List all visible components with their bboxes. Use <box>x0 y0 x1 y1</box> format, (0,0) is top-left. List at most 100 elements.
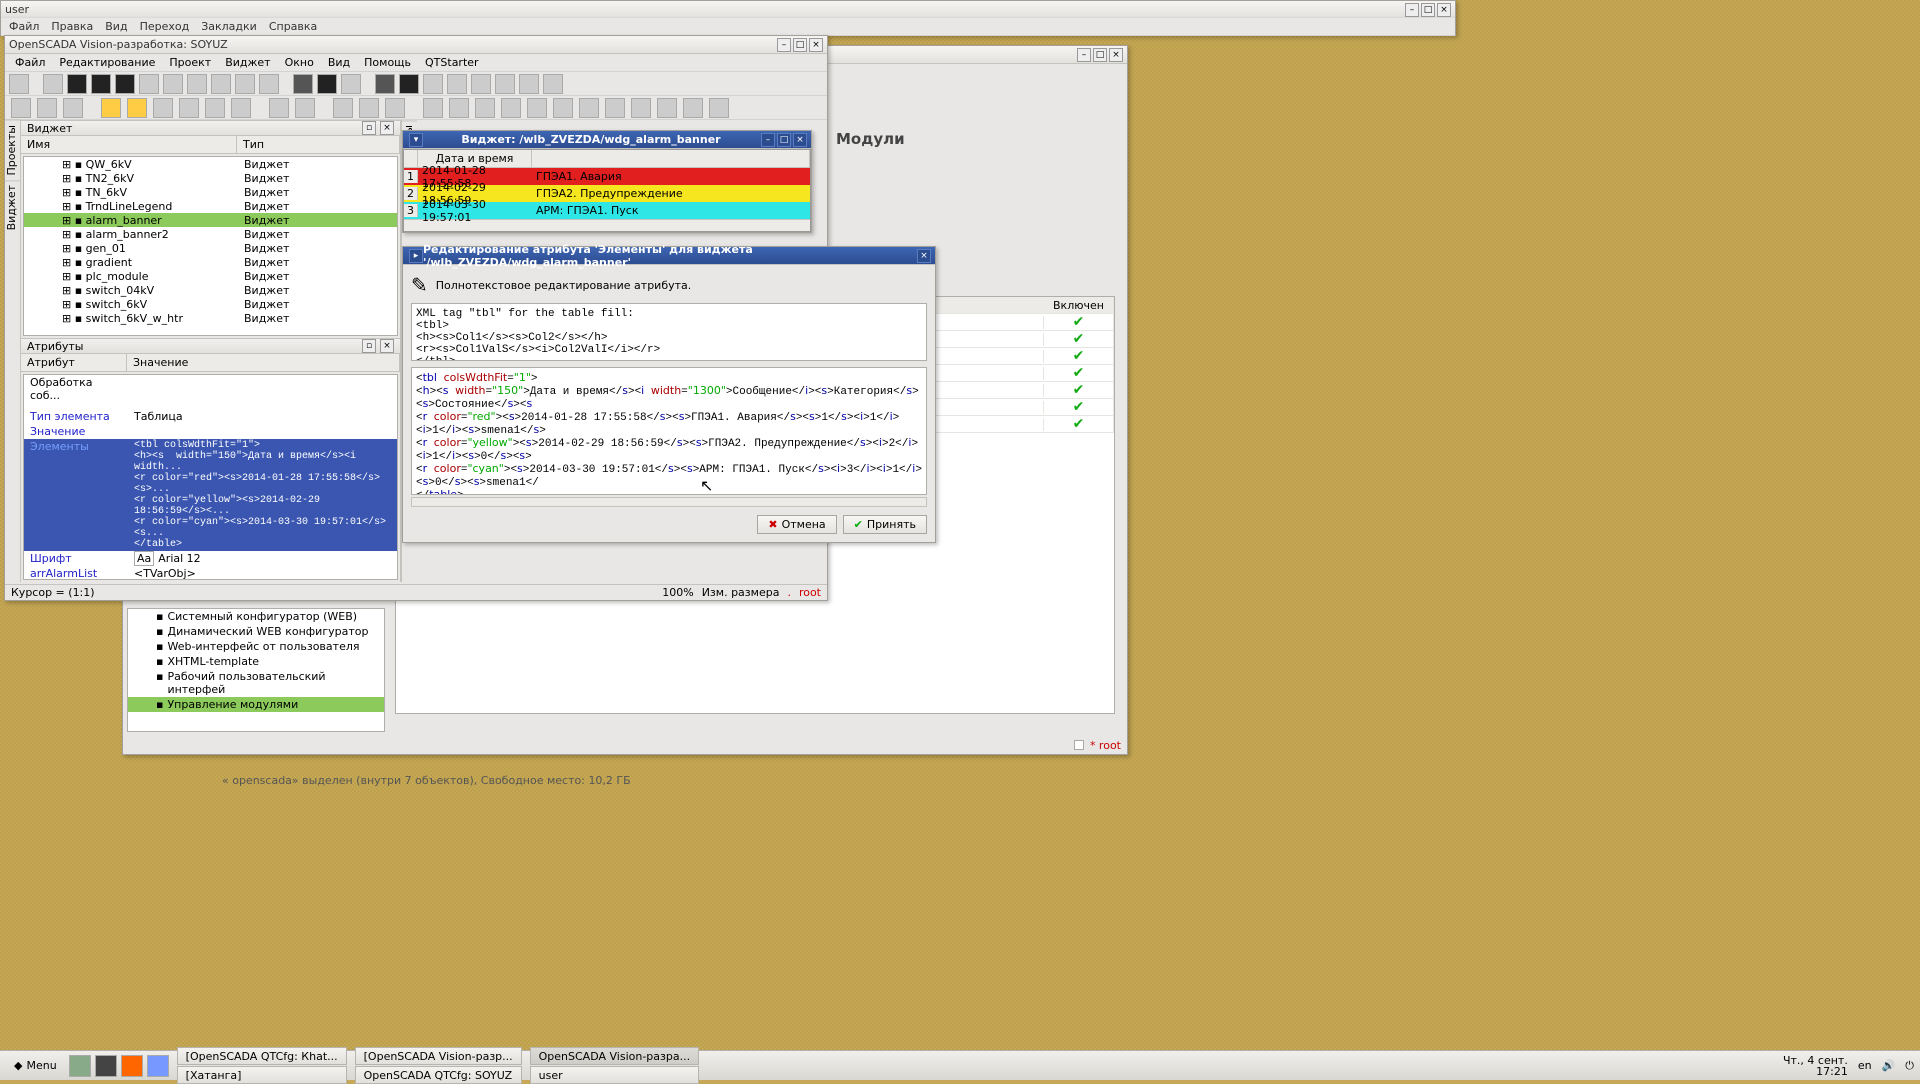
tree-row[interactable]: ⊞ ▪ switch_6kV_w_htrВиджет <box>24 311 397 325</box>
panel-float-icon[interactable]: ▫ <box>362 121 376 135</box>
sysmenu-icon[interactable]: ▾ <box>409 133 423 147</box>
tb-icon[interactable] <box>495 74 515 94</box>
close-icon[interactable]: × <box>917 249 931 263</box>
tb-icon[interactable] <box>235 74 255 94</box>
task-button[interactable]: user <box>530 1066 699 1084</box>
tree-row[interactable]: ⊞ ▪ alarm_banner2Виджет <box>24 227 397 241</box>
tree-row[interactable]: ▪Динамический WEB конфигуратор <box>128 624 384 639</box>
tb-icon[interactable] <box>11 98 31 118</box>
minimize-icon[interactable]: – <box>1077 48 1091 62</box>
tree-row[interactable]: ⊞ ▪ switch_04kVВиджет <box>24 283 397 297</box>
tb-icon[interactable] <box>37 98 57 118</box>
tb-icon[interactable] <box>91 74 111 94</box>
tb-icon[interactable] <box>127 98 147 118</box>
power-icon[interactable]: ⏻ <box>1905 1059 1914 1073</box>
tree-row[interactable]: ⊞ ▪ plc_moduleВиджет <box>24 269 397 283</box>
tb-icon[interactable] <box>211 74 231 94</box>
fm-menu-bmk[interactable]: Закладки <box>201 20 257 33</box>
minimize-icon[interactable]: – <box>777 38 791 52</box>
task-button[interactable]: [OpenSCADA QTCfg: Кhat... <box>177 1047 347 1065</box>
tb-icon[interactable] <box>341 74 361 94</box>
panel-float-icon[interactable]: ▫ <box>362 339 376 353</box>
tb-icon[interactable] <box>709 98 729 118</box>
tb-icon[interactable] <box>293 74 313 94</box>
fm-menu-help[interactable]: Справка <box>269 20 317 33</box>
attribute-table[interactable]: Обработка соб... Тип элементаТаблица Зна… <box>23 374 398 580</box>
tree-row[interactable]: ⊞ ▪ TN2_6kVВиджет <box>24 171 397 185</box>
menu-edit[interactable]: Редактирование <box>59 56 155 69</box>
col-type[interactable]: Тип <box>237 136 400 153</box>
tb-icon[interactable] <box>399 74 419 94</box>
close-icon[interactable]: × <box>809 38 823 52</box>
task-button[interactable]: [Хатанга] <box>177 1066 347 1084</box>
col-value[interactable]: Значение <box>127 354 400 371</box>
task-button[interactable]: OpenSCADA QTCfg: SOYUZ <box>355 1066 522 1084</box>
hscroll[interactable] <box>411 497 927 507</box>
col-name[interactable]: Имя <box>21 136 237 153</box>
col-attr[interactable]: Атрибут <box>21 354 127 371</box>
menu-help[interactable]: Помощь <box>364 56 411 69</box>
maximize-icon[interactable]: □ <box>777 133 791 147</box>
tb-icon[interactable] <box>101 98 121 118</box>
tb-icon[interactable] <box>579 98 599 118</box>
tb-icon[interactable] <box>359 98 379 118</box>
menu-widget[interactable]: Виджет <box>225 56 270 69</box>
widget-tree[interactable]: ⊞ ▪ QW_6kVВиджет⊞ ▪ TN2_6kVВиджет⊞ ▪ TN_… <box>23 156 398 336</box>
fm-menu-go[interactable]: Переход <box>140 20 190 33</box>
tb-icon[interactable] <box>527 98 547 118</box>
tree-row[interactable]: ▪Управление модулями <box>128 697 384 712</box>
tb-icon[interactable] <box>447 74 467 94</box>
fm-menu-file[interactable]: Файл <box>9 20 39 33</box>
accept-button[interactable]: ✔Принять <box>843 515 927 534</box>
tb-icon[interactable] <box>605 98 625 118</box>
tb-icon[interactable] <box>423 74 443 94</box>
firefox-launcher-icon[interactable] <box>121 1055 143 1077</box>
tb-icon[interactable] <box>259 74 279 94</box>
tb-icon[interactable] <box>471 74 491 94</box>
tb-icon[interactable] <box>501 98 521 118</box>
tb-icon[interactable] <box>657 98 677 118</box>
fm-menu-view[interactable]: Вид <box>105 20 127 33</box>
tb-icon[interactable] <box>317 74 337 94</box>
xml-editor[interactable]: <tbl colsWdthFit="1"> <h><s width="150">… <box>411 367 927 495</box>
maximize-icon[interactable]: □ <box>1421 3 1435 17</box>
fm-menu-edit[interactable]: Правка <box>51 20 93 33</box>
tree-row[interactable]: ⊞ ▪ gradientВиджет <box>24 255 397 269</box>
tree-row[interactable]: ⊞ ▪ switch_6kVВиджет <box>24 297 397 311</box>
panel-close-icon[interactable]: × <box>380 121 394 135</box>
start-menu-button[interactable]: ◆Menu <box>6 1057 65 1074</box>
close-icon[interactable]: × <box>793 133 807 147</box>
tb-icon[interactable] <box>43 74 63 94</box>
tree-row[interactable]: ⊞ ▪ gen_01Виджет <box>24 241 397 255</box>
tb-icon[interactable] <box>449 98 469 118</box>
qtcfg-tree[interactable]: ▪Системный конфигуратор (WEB)▪Динамическ… <box>127 608 385 732</box>
tb-icon[interactable] <box>543 74 563 94</box>
attr-elements-row[interactable]: Элементы <tbl colsWdthFit="1"> <h><s wid… <box>24 439 397 551</box>
task-button-active[interactable]: OpenSCADA Vision-разра... <box>530 1047 699 1065</box>
menu-window[interactable]: Окно <box>285 56 314 69</box>
tb-icon[interactable] <box>333 98 353 118</box>
tree-row[interactable]: ▪Системный конфигуратор (WEB) <box>128 609 384 624</box>
maximize-icon[interactable]: □ <box>1093 48 1107 62</box>
tb-icon[interactable] <box>205 98 225 118</box>
tree-row[interactable]: ▪Web-интерфейс от пользователя <box>128 639 384 654</box>
font-picker-icon[interactable]: Aa <box>134 551 154 566</box>
filemanager-launcher-icon[interactable] <box>147 1055 169 1077</box>
side-tab-projects[interactable]: Проекты <box>5 120 20 180</box>
tb-icon[interactable] <box>385 98 405 118</box>
menu-view[interactable]: Вид <box>328 56 350 69</box>
side-tab-widget[interactable]: Виджет <box>5 180 20 234</box>
tree-row[interactable]: ▪Рабочий пользовательский интерфей <box>128 669 384 697</box>
menu-project[interactable]: Проект <box>169 56 211 69</box>
minimize-icon[interactable]: – <box>1405 3 1419 17</box>
tb-icon[interactable] <box>187 74 207 94</box>
tb-icon[interactable] <box>519 74 539 94</box>
tb-icon[interactable] <box>115 74 135 94</box>
menu-file[interactable]: Файл <box>15 56 45 69</box>
panel-close-icon[interactable]: × <box>380 339 394 353</box>
maximize-icon[interactable]: □ <box>793 38 807 52</box>
terminal-launcher-icon[interactable] <box>95 1055 117 1077</box>
close-icon[interactable]: × <box>1437 3 1451 17</box>
task-button[interactable]: [OpenSCADA Vision-разр... <box>355 1047 522 1065</box>
tb-icon[interactable] <box>423 98 443 118</box>
